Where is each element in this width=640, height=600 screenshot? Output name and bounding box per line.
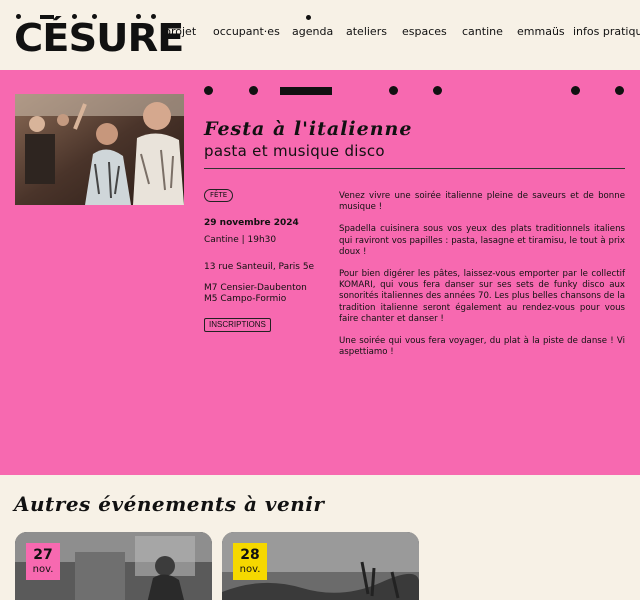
- event-photo: [15, 94, 184, 205]
- card-date-badge: 28 nov.: [233, 543, 267, 580]
- event-time: Cantine | 19h30: [204, 235, 277, 245]
- event-date: 29 novembre 2024: [204, 218, 299, 228]
- card-day: 27: [33, 547, 53, 563]
- card-month: nov.: [239, 564, 261, 575]
- card-day: 28: [240, 547, 260, 563]
- event-category-tag: FÊTE: [204, 189, 234, 202]
- nav-item-ateliers[interactable]: ateliers: [346, 25, 387, 38]
- nav-item-cantine[interactable]: cantine: [462, 25, 503, 38]
- metro-line: M5 Campo-Formio: [204, 294, 287, 304]
- title-divider: [204, 168, 625, 169]
- event-section: Festa à l'italienne pasta et musique dis…: [0, 70, 640, 475]
- event-title: Festa à l'italienne: [204, 118, 413, 140]
- logo[interactable]: CÉSURE: [14, 12, 184, 58]
- description-paragraph: Venez vivre une soirée italienne pleine …: [339, 191, 625, 213]
- event-subtitle: pasta et musique disco: [204, 142, 385, 160]
- description-paragraph: Spadella cuisinera sous vos yeux des pla…: [339, 224, 625, 257]
- site-header: CÉSURE projet occupant·es agenda atelier…: [0, 0, 640, 70]
- card-month: nov.: [32, 564, 54, 575]
- nav-item-occupantes[interactable]: occupant·es: [213, 25, 280, 38]
- upcoming-event-card[interactable]: 27 nov.: [15, 532, 212, 600]
- description-paragraph: Pour bien digérer les pâtes, laissez-vou…: [339, 269, 625, 324]
- logo-text: CÉSURE: [14, 16, 184, 60]
- event-address: 13 rue Santeuil, Paris 5e: [204, 262, 315, 272]
- nav-item-agenda[interactable]: agenda: [292, 25, 333, 38]
- upcoming-event-card[interactable]: 28 nov.: [222, 532, 419, 600]
- upcoming-section-title: Autres événements à venir: [14, 492, 325, 516]
- event-description: Venez vivre une soirée italienne pleine …: [339, 191, 625, 369]
- description-paragraph: Une soirée qui vous fera voyager, du pla…: [339, 336, 625, 358]
- card-date-badge: 27 nov.: [26, 543, 60, 580]
- active-nav-indicator: [306, 15, 311, 20]
- nav-item-emmaus[interactable]: emmaüs: [517, 25, 565, 38]
- metro-line: M7 Censier-Daubenton: [204, 283, 307, 293]
- inscriptions-button[interactable]: INSCRIPTIONS: [204, 318, 271, 332]
- nav-item-projet[interactable]: projet: [164, 25, 196, 38]
- nav-item-espaces[interactable]: espaces: [402, 25, 447, 38]
- nav-item-infos-pratiques[interactable]: infos pratiques: [573, 25, 640, 38]
